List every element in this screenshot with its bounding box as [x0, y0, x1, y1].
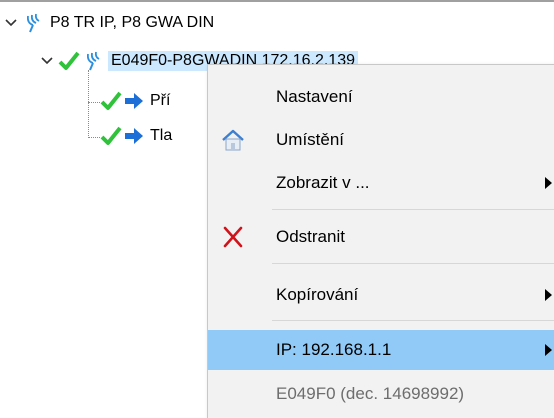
- menu-item-zobrazit[interactable]: Zobrazit v ...: [208, 163, 554, 203]
- context-menu: Nastavení Umístění Zobrazit v ... Odstra…: [207, 64, 554, 418]
- chevron-down-icon[interactable]: [4, 16, 18, 30]
- submenu-arrow-icon: [545, 344, 552, 356]
- menu-item-serial: E049F0 (dec. 14698992): [208, 374, 554, 414]
- arrow-right-icon: [125, 128, 143, 144]
- network-antenna-icon: [26, 13, 40, 33]
- arrow-right-icon: [125, 93, 143, 109]
- menu-separator: [272, 209, 554, 210]
- menu-item-odstranit[interactable]: Odstranit: [208, 217, 554, 257]
- tree-item-child[interactable]: Tla: [100, 123, 172, 149]
- red-x-icon: [223, 226, 243, 248]
- menu-item-label: Umístění: [276, 130, 345, 149]
- menu-separator: [272, 320, 554, 321]
- menu-item-umisteni[interactable]: Umístění: [208, 120, 554, 160]
- tree-connector: [88, 102, 100, 103]
- submenu-arrow-icon: [545, 177, 552, 189]
- menu-item-label: Nastavení: [276, 87, 353, 106]
- menu-separator: [272, 263, 554, 264]
- menu-item-label: Zobrazit v ...: [276, 173, 370, 192]
- menu-item-ip-address[interactable]: IP: 192.168.1.1: [208, 330, 554, 370]
- submenu-arrow-icon: [545, 289, 552, 301]
- chevron-down-icon[interactable]: [40, 54, 54, 68]
- menu-item-label: IP: 192.168.1.1: [276, 340, 392, 359]
- tree-connector: [88, 70, 89, 138]
- network-antenna-icon: [86, 51, 100, 71]
- green-check-icon: [100, 91, 122, 110]
- tree-item-child[interactable]: Pří: [100, 88, 170, 114]
- menu-item-label: Odstranit: [276, 227, 345, 246]
- menu-item-kopirovani[interactable]: Kopírování: [208, 275, 554, 315]
- tree-item-root-label: P8 TR IP, P8 GWA DIN: [50, 14, 215, 31]
- menu-item-label: E049F0 (dec. 14698992): [276, 384, 465, 403]
- tree-item-root[interactable]: P8 TR IP, P8 GWA DIN: [4, 10, 214, 36]
- tree-item-child-label: Pří: [150, 92, 171, 109]
- menu-item-label: Kopírování: [276, 285, 359, 304]
- tree-item-child-label: Tla: [150, 127, 173, 144]
- house-icon: [222, 129, 244, 151]
- tree-connector: [88, 137, 100, 138]
- green-check-icon: [58, 51, 80, 70]
- menu-item-nastaveni[interactable]: Nastavení: [208, 77, 554, 117]
- green-check-icon: [100, 126, 122, 145]
